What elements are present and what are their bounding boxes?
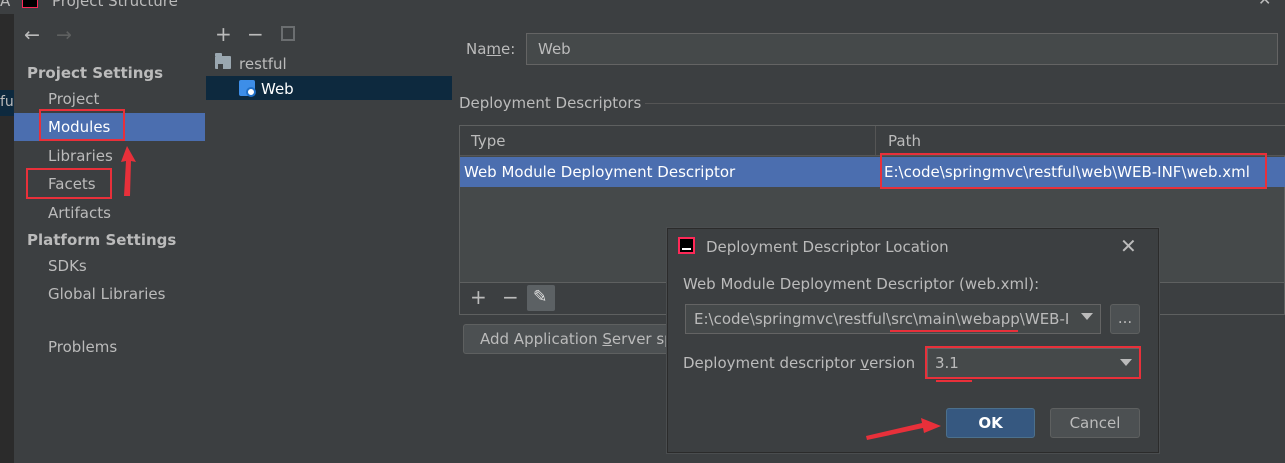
- annotation-arrows: [121, 146, 941, 440]
- annotation-arrow-right: [866, 418, 941, 440]
- annotation-arrow-up: [121, 146, 136, 196]
